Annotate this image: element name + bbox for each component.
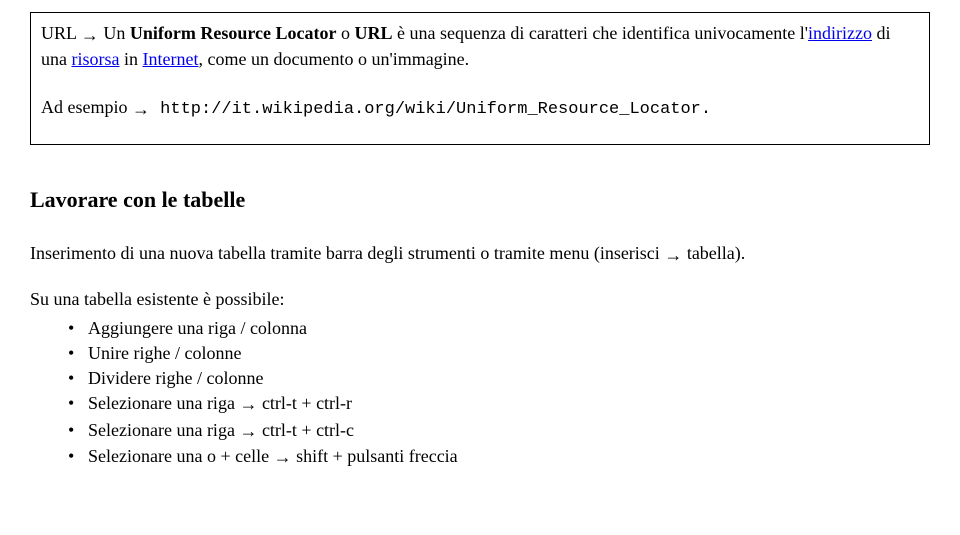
arrow-right-icon: → [81, 23, 99, 47]
list-item: Unire righe / colonne [68, 341, 930, 366]
def-text: o [336, 23, 354, 43]
arrow-right-icon: → [664, 243, 682, 267]
list-item: Selezionare una o + celle → shift + puls… [68, 444, 930, 470]
def-bold: Uniform Resource Locator [130, 23, 337, 43]
def-text: , come un documento o un'immagine. [198, 49, 469, 69]
link-risorsa[interactable]: risorsa [72, 49, 120, 69]
list-text: ctrl-t + ctrl-c [257, 420, 354, 440]
section-intro: Inserimento di una nuova tabella tramite… [30, 241, 930, 267]
list-text: Selezionare una o + celle [88, 446, 274, 466]
def-abbr: URL [354, 23, 392, 43]
list-text: Aggiungere una riga / colonna [88, 318, 307, 338]
list-text: Unire righe / colonne [88, 343, 241, 363]
example-url: http://it.wikipedia.org/wiki/Uniform_Res… [150, 100, 711, 119]
arrow-right-icon: → [274, 445, 292, 470]
list-item: Dividere righe / colonne [68, 366, 930, 391]
def-text: Un [103, 23, 130, 43]
def-text: in [120, 49, 143, 69]
list-item: Selezionare una riga → ctrl-t + ctrl-c [68, 418, 930, 444]
definition-paragraph: URL → Un Uniform Resource Locator o URL … [41, 21, 919, 71]
arrow-right-icon: → [239, 419, 257, 444]
term-label: URL [41, 23, 76, 43]
link-indirizzo[interactable]: indirizzo [808, 23, 872, 43]
example-paragraph: Ad esempio → http://it.wikipedia.org/wik… [41, 95, 919, 122]
intro-text: Inserimento di una nuova tabella tramite… [30, 243, 664, 263]
list-item: Selezionare una riga → ctrl-t + ctrl-r [68, 391, 930, 417]
def-text: è una sequenza di caratteri che identifi… [392, 23, 808, 43]
list-text: Selezionare una riga [88, 420, 239, 440]
list-text: Selezionare una riga [88, 393, 239, 413]
list-text: ctrl-t + ctrl-r [257, 393, 352, 413]
arrow-right-icon: → [132, 97, 150, 121]
arrow-right-icon: → [239, 392, 257, 417]
bullet-list: Aggiungere una riga / colonna Unire righ… [30, 316, 930, 471]
list-intro: Su una tabella esistente è possibile: [30, 287, 930, 311]
list-item: Aggiungere una riga / colonna [68, 316, 930, 341]
intro-text: tabella). [682, 243, 745, 263]
list-text: shift + pulsanti freccia [292, 446, 458, 466]
example-label: Ad esempio [41, 97, 127, 117]
definition-box: URL → Un Uniform Resource Locator o URL … [30, 12, 930, 145]
list-text: Dividere righe / colonne [88, 368, 263, 388]
link-internet[interactable]: Internet [143, 49, 199, 69]
section-heading: Lavorare con le tabelle [30, 187, 930, 213]
